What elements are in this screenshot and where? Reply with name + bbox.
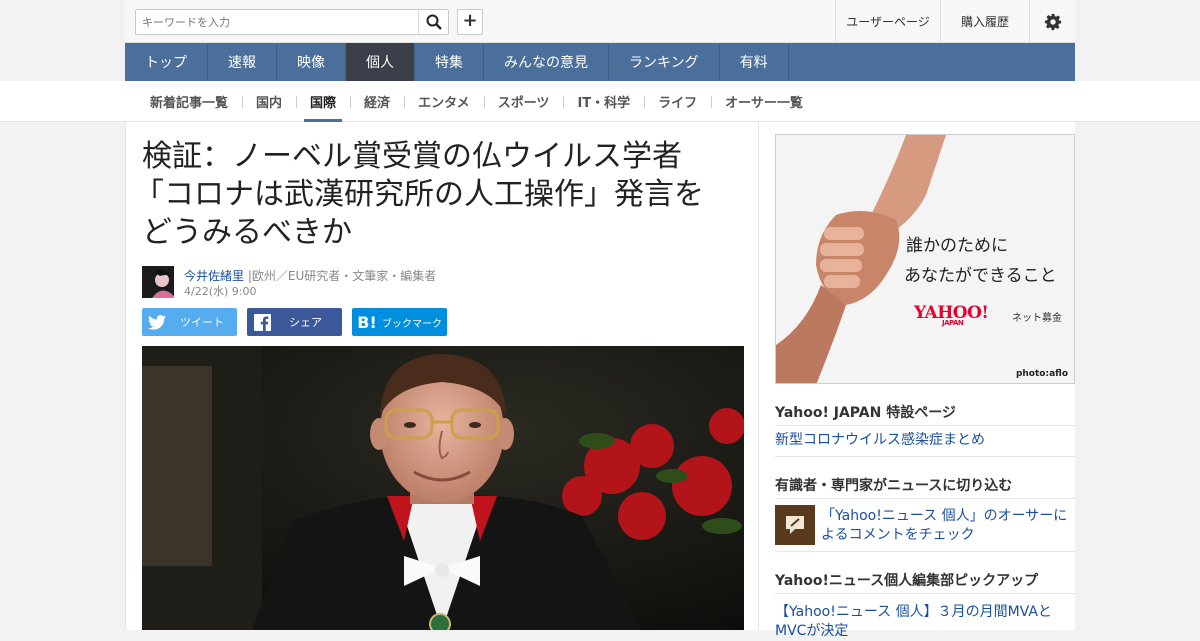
pickup-heading: Yahoo!ニュース個人編集部ピックアップ [775, 573, 1039, 589]
purchase-history-link[interactable]: 購入履歴 [940, 0, 1029, 43]
article-photo [142, 346, 744, 630]
charity-ad-banner[interactable]: 誰かのために あなたができること YAHOO! JAPAN ネット募金 phot… [775, 134, 1075, 384]
title-line: どうみるべきか [142, 215, 352, 250]
top-bar: + ユーザーページ 購入履歴 [125, 0, 1075, 43]
author-name[interactable]: 今井佐緒里 [184, 269, 244, 283]
subnav-economy[interactable]: 経済 [350, 81, 404, 122]
facebook-share-label: シェア [289, 316, 322, 329]
nav-paid[interactable]: 有料 [720, 43, 789, 81]
sidebar: 誰かのために あなたができること YAHOO! JAPAN ネット募金 phot… [759, 122, 1075, 639]
facebook-share-button[interactable]: シェア [247, 308, 342, 336]
experts-link[interactable]: 「Yahoo!ニュース 個人」のオーサーによるコメントをチェック [821, 507, 1071, 545]
article-title: 検証：ノーベル賞受賞の仏ウイルス学者 「コロナは武漢研究所の人工操作」発言を ど… [134, 138, 742, 252]
nav-features[interactable]: 特集 [415, 43, 484, 81]
subnav-latest[interactable]: 新着記事一覧 [136, 81, 242, 122]
subnav-life[interactable]: ライフ [644, 81, 711, 122]
settings-button[interactable] [1029, 0, 1075, 43]
subnav-it-science[interactable]: IT・科学 [563, 81, 644, 122]
divider [775, 551, 1075, 552]
nav-breaking[interactable]: 速報 [208, 43, 277, 81]
twitter-icon [142, 308, 172, 336]
global-nav: トップ 速報 映像 個人 特集 みんなの意見 ランキング 有料 [125, 43, 1075, 81]
divider [775, 498, 1075, 499]
photo-credit: photo:aflo [1015, 369, 1068, 379]
tweet-button[interactable]: ツイート [142, 308, 237, 336]
special-heading: Yahoo! JAPAN 特設ページ [775, 405, 956, 421]
hatena-label: ブックマーク [382, 318, 442, 330]
add-button[interactable]: + [457, 9, 483, 35]
search-box [135, 9, 449, 35]
facebook-icon [247, 308, 277, 336]
search-icon [426, 14, 442, 30]
comment-icon[interactable] [775, 505, 815, 545]
subnav-sports[interactable]: スポーツ [483, 81, 564, 122]
hatena-bookmark-button[interactable]: B! ブックマーク [352, 308, 447, 336]
pickup-link[interactable]: 【Yahoo!ニュース 個人】３月の月間MVAとMVCが決定 [775, 603, 1065, 641]
search-input[interactable] [142, 13, 412, 31]
nav-video[interactable]: 映像 [277, 43, 346, 81]
comment-bubble-icon [786, 516, 804, 534]
divider [775, 593, 1075, 594]
subnav-authors[interactable]: オーサー一覧 [711, 81, 817, 122]
tweet-label: ツイート [180, 316, 224, 329]
title-line: 検証：ノーベル賞受賞の仏ウイルス学者 [142, 139, 682, 174]
yahoo-logo: YAHOO! JAPAN [914, 303, 989, 327]
gear-icon [1044, 13, 1061, 30]
publish-date: 4/22(水) 9:00 [184, 285, 257, 298]
title-line: 「コロナは武漢研究所の人工操作」発言を [134, 177, 704, 212]
subnav-international[interactable]: 国際 [296, 81, 350, 122]
avatar-image [142, 266, 174, 298]
sub-nav: 新着記事一覧 国内 国際 経済 エンタメ スポーツ IT・科学 ライフ オーサー… [0, 81, 1200, 122]
nav-opinions[interactable]: みんなの意見 [484, 43, 609, 81]
divider [775, 456, 1075, 457]
search-button[interactable] [418, 10, 448, 34]
nav-individual[interactable]: 個人 [346, 43, 415, 81]
author-role: |欧州／EU研究者・文筆家・編集者 [247, 269, 437, 283]
author-line: 今井佐緒里 |欧州／EU研究者・文筆家・編集者 [184, 267, 436, 284]
author-avatar[interactable] [142, 266, 174, 298]
plus-icon: + [462, 10, 478, 31]
handshake-illustration [776, 135, 1074, 383]
nav-top[interactable]: トップ [125, 43, 208, 81]
subnav-domestic[interactable]: 国内 [242, 81, 296, 122]
divider [775, 425, 1075, 426]
user-page-link[interactable]: ユーザーページ [835, 0, 940, 43]
article-photo-image [142, 346, 744, 630]
nav-ranking[interactable]: ランキング [609, 43, 720, 81]
hatena-icon: B! [357, 312, 377, 332]
experts-heading: 有識者・専門家がニュースに切り込む [775, 478, 1013, 494]
ad-service-name: ネット募金 [1012, 313, 1062, 324]
special-link[interactable]: 新型コロナウイルス感染症まとめ [775, 431, 985, 450]
article: 検証：ノーベル賞受賞の仏ウイルス学者 「コロナは武漢研究所の人工操作」発言を ど… [125, 122, 759, 630]
ad-line1: 誰かのために [906, 236, 1008, 256]
ad-line2: あなたができること [904, 266, 1057, 286]
subnav-entertainment[interactable]: エンタメ [404, 81, 484, 122]
